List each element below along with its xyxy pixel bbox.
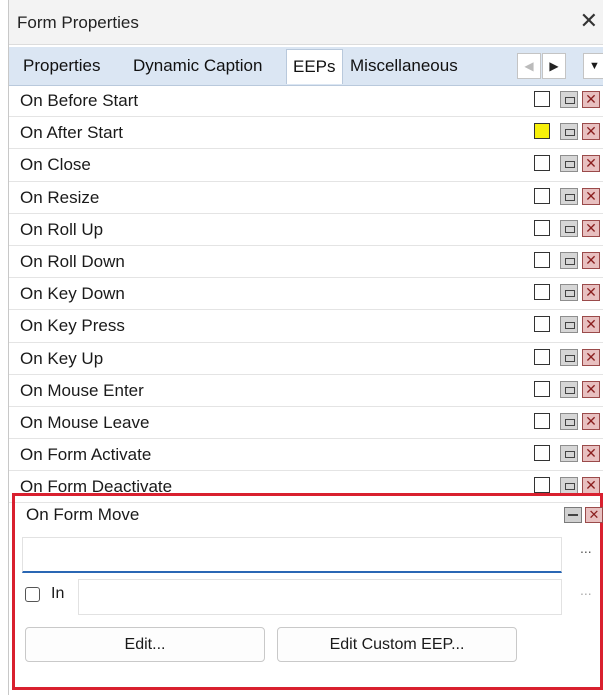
- event-checkbox[interactable]: [534, 412, 550, 429]
- event-label: On Resize: [20, 187, 100, 207]
- expand-icon[interactable]: [560, 380, 578, 398]
- event-checkbox[interactable]: [534, 251, 550, 268]
- clear-icon[interactable]: ✕: [582, 91, 600, 108]
- expand-icon[interactable]: [560, 219, 578, 237]
- expand-icon[interactable]: [560, 412, 578, 430]
- event-row[interactable]: On Key Down ✕: [9, 278, 603, 311]
- event-label: On After Start: [20, 123, 123, 143]
- event-row[interactable]: On Before Start ✕: [9, 85, 603, 118]
- clear-icon[interactable]: ✕: [582, 187, 600, 205]
- in-input[interactable]: [78, 579, 562, 615]
- scroll-right-icon[interactable]: ▶: [542, 53, 566, 79]
- event-checkbox[interactable]: [534, 187, 550, 204]
- window-title: Form Properties: [17, 13, 139, 32]
- clear-icon[interactable]: ✕: [582, 412, 600, 430]
- event-row[interactable]: On Mouse Leave ✕: [9, 407, 603, 440]
- event-label: On Roll Up: [20, 219, 104, 239]
- event-checkbox[interactable]: [534, 348, 550, 365]
- in-checkbox[interactable]: [25, 587, 40, 602]
- event-row[interactable]: On Roll Up ✕: [9, 214, 603, 246]
- clear-icon[interactable]: ✕: [582, 155, 600, 173]
- event-checkbox[interactable]: [534, 123, 550, 140]
- clear-icon[interactable]: ✕: [582, 219, 600, 237]
- expand-icon[interactable]: [560, 284, 578, 302]
- event-row[interactable]: On After Start ✕: [9, 117, 603, 150]
- event-row[interactable]: On Roll Down ✕: [9, 246, 603, 279]
- event-checkbox[interactable]: [534, 219, 550, 236]
- event-checkbox[interactable]: [534, 91, 550, 107]
- close-icon[interactable]: ✕: [580, 9, 598, 33]
- event-label: On Key Down: [20, 284, 125, 304]
- delete-icon[interactable]: ✕: [585, 507, 603, 523]
- event-label: On Close: [20, 155, 91, 175]
- expand-icon[interactable]: [560, 445, 578, 463]
- event-row[interactable]: On Key Press ✕: [9, 310, 603, 343]
- in-browse-button[interactable]: ...: [580, 582, 592, 598]
- event-checkbox[interactable]: [534, 477, 550, 494]
- tab-menu-icon[interactable]: ▼: [583, 53, 603, 79]
- tab-dynamic-caption[interactable]: Dynamic Caption: [133, 56, 262, 76]
- event-checkbox[interactable]: [534, 445, 550, 462]
- expand-icon[interactable]: [560, 91, 578, 108]
- clear-icon[interactable]: ✕: [582, 123, 600, 141]
- in-label: In: [51, 585, 65, 602]
- scroll-left-icon[interactable]: ◀: [517, 53, 541, 79]
- clear-icon[interactable]: ✕: [582, 477, 600, 495]
- clear-icon[interactable]: ✕: [582, 380, 600, 398]
- tab-eeps[interactable]: EEPs: [286, 49, 343, 84]
- tab-properties[interactable]: Properties: [23, 56, 100, 76]
- selected-event-label: On Form Move: [26, 505, 140, 524]
- event-label: On Key Press: [20, 316, 125, 336]
- clear-icon[interactable]: ✕: [582, 316, 600, 334]
- tab-miscellaneous[interactable]: Miscellaneous: [350, 56, 458, 76]
- tab-bar: Properties Dynamic Caption EEPs Miscella…: [9, 47, 603, 86]
- edit-custom-eep-button[interactable]: Edit Custom EEP...: [277, 627, 517, 662]
- tab-scroll-buttons: ◀ ▶: [517, 53, 567, 79]
- event-checkbox[interactable]: [534, 316, 550, 333]
- event-row[interactable]: On Form Activate ✕: [9, 439, 603, 472]
- expand-icon[interactable]: [560, 123, 578, 141]
- event-row[interactable]: On Resize ✕: [9, 182, 603, 214]
- expand-icon[interactable]: [560, 187, 578, 205]
- event-row[interactable]: On Mouse Enter ✕: [9, 375, 603, 407]
- event-checkbox[interactable]: [534, 155, 550, 172]
- expand-icon[interactable]: [560, 155, 578, 173]
- event-row[interactable]: On Close ✕: [9, 149, 603, 182]
- collapse-icon[interactable]: [564, 507, 582, 523]
- eep-browse-button[interactable]: ...: [580, 540, 592, 556]
- clear-icon[interactable]: ✕: [582, 284, 600, 302]
- event-checkbox[interactable]: [534, 284, 550, 301]
- clear-icon[interactable]: ✕: [582, 445, 600, 463]
- expand-icon[interactable]: [560, 477, 578, 495]
- expand-icon[interactable]: [560, 348, 578, 366]
- event-label: On Mouse Leave: [20, 412, 150, 432]
- edit-button[interactable]: Edit...: [25, 627, 265, 662]
- event-label: On Mouse Enter: [20, 380, 144, 400]
- event-label: On Form Activate: [20, 445, 152, 465]
- event-row[interactable]: On Key Up ✕: [9, 343, 603, 375]
- eep-input[interactable]: [22, 537, 562, 573]
- event-label: On Before Start: [20, 91, 139, 110]
- event-label: On Key Up: [20, 348, 104, 368]
- event-checkbox[interactable]: [534, 380, 550, 397]
- clear-icon[interactable]: ✕: [582, 348, 600, 366]
- expand-icon[interactable]: [560, 251, 578, 269]
- title-bar: Form Properties ✕: [9, 0, 603, 45]
- event-list: On Before Start ✕ On After Start ✕ On Close ✕…: [9, 85, 603, 504]
- event-label: On Roll Down: [20, 251, 125, 271]
- clear-icon[interactable]: ✕: [582, 251, 600, 269]
- expand-icon[interactable]: [560, 316, 578, 334]
